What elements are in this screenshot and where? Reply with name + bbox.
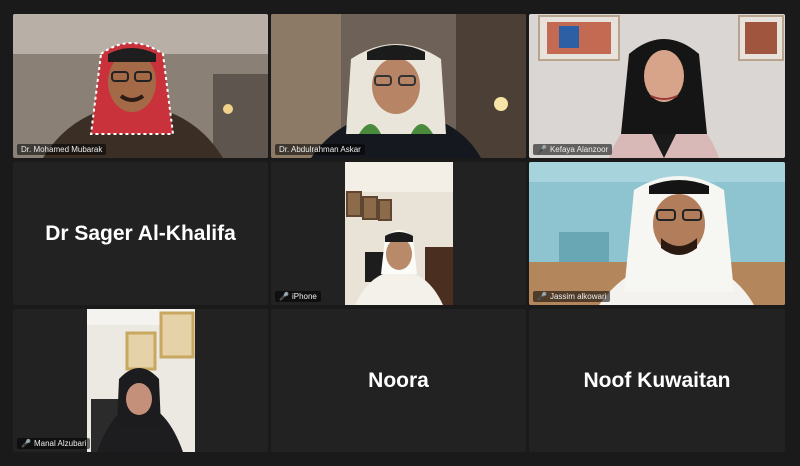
participant-name-label: 🎤 iPhone — [275, 291, 321, 302]
participant-tile-manal-alzubari[interactable]: 🎤 Manal Alzubari — [13, 309, 268, 452]
participant-name-label: Dr. Mohamed Mubarak — [17, 144, 107, 155]
video-gallery: Dr. Mohamed Mubarak Dr. Abdulrahman Aska… — [0, 0, 800, 466]
participant-video — [87, 309, 195, 452]
participant-video — [271, 14, 526, 158]
participant-name-label: 🎤 Manal Alzubari — [17, 438, 91, 449]
participant-tile-mohamed-mubarak[interactable]: Dr. Mohamed Mubarak — [13, 14, 268, 158]
participant-tile-iphone[interactable]: 🎤 iPhone — [271, 162, 526, 305]
participant-video — [529, 14, 785, 158]
participant-tile-jassim-alkowari[interactable]: 🎤 Jassim alkowari — [529, 162, 785, 305]
participant-tile-noof-kuwaitan[interactable]: Noof Kuwaitan — [529, 309, 785, 452]
participant-video — [529, 162, 785, 305]
mic-muted-icon: 🎤 — [279, 291, 289, 301]
mic-muted-icon: 🎤 — [21, 438, 31, 448]
participant-tile-sager-al-khalifa[interactable]: Dr Sager Al-Khalifa — [13, 162, 268, 305]
participant-display-name: Noof Kuwaitan — [583, 368, 731, 392]
participant-tile-kefaya-alanzoor[interactable]: 🎤 Kefaya Alanzoor — [529, 14, 785, 158]
participant-name-label: 🎤 Jassim alkowari — [533, 291, 611, 302]
mic-muted-icon: 🎤 — [537, 144, 547, 154]
participant-display-name: Noora — [368, 368, 429, 392]
participant-video — [345, 162, 453, 305]
mic-muted-icon: 🎤 — [537, 291, 547, 301]
participant-tile-noora[interactable]: Noora — [271, 309, 526, 452]
participant-display-name: Dr Sager Al-Khalifa — [45, 221, 236, 245]
participant-video — [13, 14, 268, 158]
participant-name-label: Dr. Abdulrahman Askar — [275, 144, 365, 155]
participant-tile-abdulrahman-askar[interactable]: Dr. Abdulrahman Askar — [271, 14, 526, 158]
participant-name-label: 🎤 Kefaya Alanzoor — [533, 144, 613, 155]
